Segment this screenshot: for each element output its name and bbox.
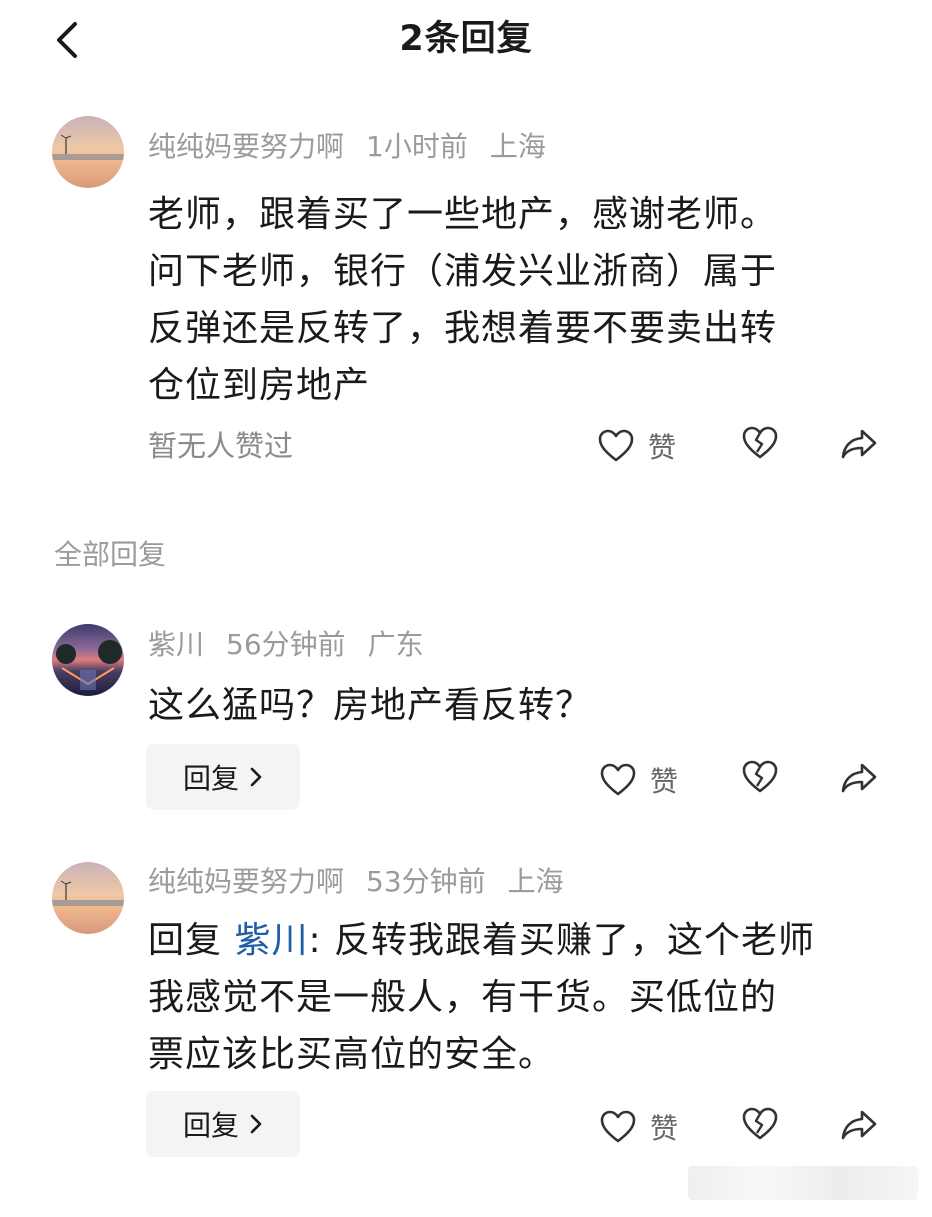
reply-line: 回复 紫川: 反转我跟着买赚了，这个老师 <box>148 912 918 969</box>
watermark-strip <box>688 1166 918 1200</box>
like-button[interactable]: 赞 <box>598 426 676 466</box>
comment-line: 反弹还是反转了，我想着要不要卖出转 <box>148 308 778 349</box>
like-label: 赞 <box>650 765 679 798</box>
broken-heart-icon <box>742 760 778 793</box>
like-label: 赞 <box>650 1112 679 1145</box>
share-button[interactable] <box>840 762 878 794</box>
chevron-right-icon <box>250 767 262 787</box>
share-button[interactable] <box>840 1109 878 1141</box>
heart-icon <box>600 1110 636 1143</box>
avatar-reply-1[interactable] <box>52 624 124 696</box>
dislike-button[interactable] <box>742 426 778 460</box>
share-icon <box>841 429 877 459</box>
reply-line-text: : 反转我跟着买赚了，这个老师 <box>308 920 816 961</box>
comment-line: 老师，跟着买了一些地产，感谢老师。 <box>148 194 778 235</box>
reply-location: 上海 <box>507 865 564 898</box>
reply-button[interactable]: 回复 <box>146 1091 300 1157</box>
chevron-right-icon <box>250 1114 262 1134</box>
header-bar: 2条回复 <box>0 0 932 80</box>
reply-body: 这么猛吗？房地产看反转？ <box>148 685 593 726</box>
like-button[interactable]: 赞 <box>600 1107 678 1147</box>
heart-icon <box>600 763 636 796</box>
comment-time: 1小时前 <box>366 130 468 163</box>
heart-icon <box>598 429 634 462</box>
avatar-reply-2[interactable] <box>52 862 124 934</box>
comment-meta: 纯纯妈要努力啊 1小时前 上海 <box>148 127 568 167</box>
reply-meta: 纯纯妈要努力啊 53分钟前 上海 <box>148 862 586 902</box>
reply-time: 56分钟前 <box>226 628 346 661</box>
comment-line: 问下老师，银行（浦发兴业浙商）属于 <box>148 251 778 292</box>
page-title: 2条回复 <box>399 19 533 59</box>
share-button[interactable] <box>840 428 878 460</box>
dislike-button[interactable] <box>742 760 778 794</box>
author-name[interactable]: 纯纯妈要努力啊 <box>148 865 344 898</box>
share-icon <box>841 763 877 793</box>
reply-button[interactable]: 回复 <box>146 744 300 810</box>
like-label: 赞 <box>648 431 677 464</box>
reply-button-label: 回复 <box>182 1109 239 1142</box>
section-title: 全部回复 <box>54 538 167 571</box>
comment-line: 仓位到房地产 <box>148 365 371 406</box>
broken-heart-icon <box>742 426 778 459</box>
likes-status: 暂无人赞过 <box>148 429 294 463</box>
share-icon <box>841 1110 877 1140</box>
author-name[interactable]: 紫川 <box>148 628 204 661</box>
reply-body: 回复 紫川: 反转我跟着买赚了，这个老师 我感觉不是一般人，有干货。买低位的 票… <box>148 912 918 1083</box>
avatar-main[interactable] <box>52 116 124 188</box>
comment-location: 上海 <box>489 130 546 163</box>
reply-location: 广东 <box>367 628 424 661</box>
reply-line: 票应该比买高位的安全。 <box>148 1034 556 1075</box>
comment-body: 老师，跟着买了一些地产，感谢老师。 问下老师，银行（浦发兴业浙商）属于 反弹还是… <box>148 186 908 414</box>
reply-meta: 紫川 56分钟前 广东 <box>148 625 446 665</box>
reply-button-label: 回复 <box>182 762 239 795</box>
author-name[interactable]: 纯纯妈要努力啊 <box>148 130 344 163</box>
reply-time: 53分钟前 <box>366 865 486 898</box>
reply-line: 我感觉不是一般人，有干货。买低位的 <box>148 977 778 1018</box>
broken-heart-icon <box>742 1107 778 1140</box>
like-button[interactable]: 赞 <box>600 760 678 800</box>
dislike-button[interactable] <box>742 1107 778 1141</box>
reply-prefix: 回复 <box>148 920 223 961</box>
mention-link[interactable]: 紫川 <box>234 920 308 961</box>
